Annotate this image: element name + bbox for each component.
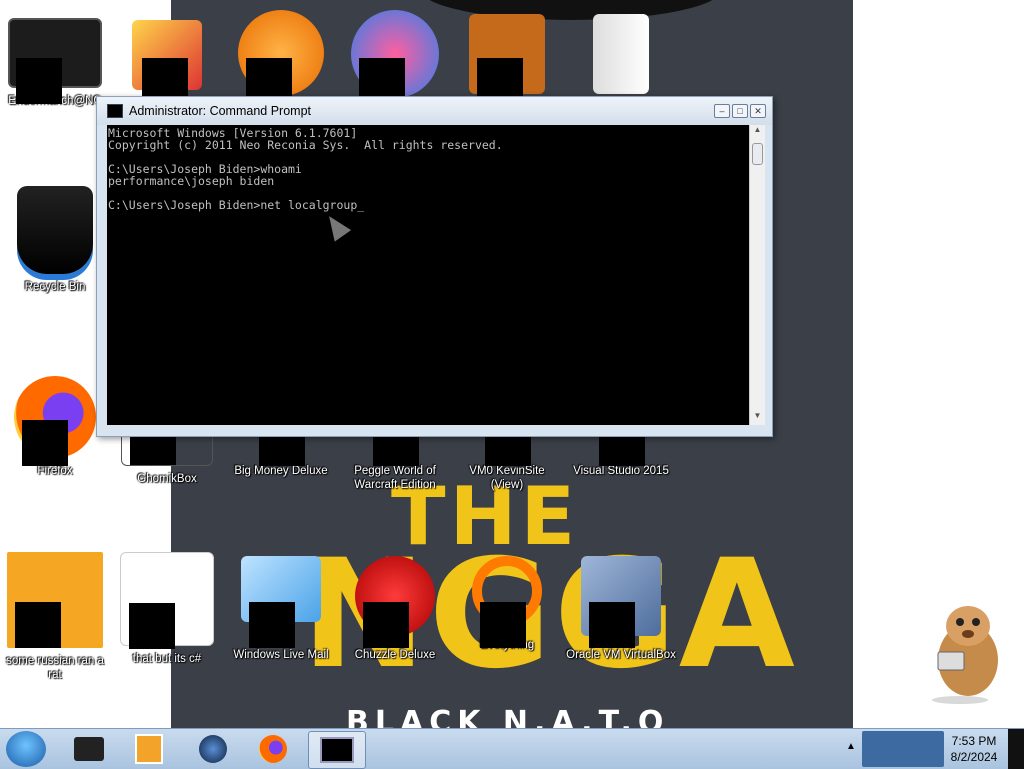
recycle-bin-icon [17,186,93,274]
console-output[interactable]: Microsoft Windows [Version 6.1.7601] Cop… [107,125,749,425]
clock-time: 7:53 PM [951,734,997,748]
scroll-up-icon[interactable]: ▲ [750,125,765,139]
hamster-gadget[interactable] [920,600,1010,705]
chuzzle-icon [355,556,435,648]
fish-icon [238,10,324,104]
virtualbox-icon [581,556,661,648]
desktop-icon-label: some russian ran a rat [6,655,104,681]
desktop-icon-label: Visual Studio 2015 [573,465,669,477]
firefox-icon [259,735,287,763]
desktop-icon-label: Windows Live Mail [233,649,329,661]
clock[interactable]: 7:53 PM 8/2/2024 [944,733,1004,765]
console-icon [107,104,123,118]
desktop-icon-fish-top[interactable] [226,10,336,104]
premiere-icon [7,552,103,648]
desktop-icon-peggle-top[interactable] [340,10,450,104]
desktop-icon-app-orange[interactable] [452,14,562,104]
desktop-icon-label: Peggle World of Warcraft Edition [354,465,436,491]
app-icon [469,14,545,104]
desktop-icon-windows-live-mail[interactable]: Windows Live Mail [226,556,336,662]
app-icon [132,20,202,104]
taskbar-item-app[interactable] [188,731,238,767]
desktop-icon-label: Chuzzle Deluxe [354,649,436,661]
desktop-icon-premiere[interactable]: some russian ran a rat [0,552,110,682]
start-button[interactable] [6,731,46,767]
desktop-icon-label: Big Money Deluxe [234,465,328,477]
window-titlebar[interactable]: Administrator: Command Prompt – □ ✕ [97,97,772,125]
console-icon [320,737,354,763]
close-button[interactable]: ✕ [750,104,766,118]
command-prompt-window[interactable]: Administrator: Command Prompt – □ ✕ Micr… [96,96,773,437]
minimize-button[interactable]: – [714,104,730,118]
peggle-icon [351,10,439,104]
search-icon [472,556,542,648]
taskbar-item-media-player[interactable] [124,731,174,767]
folder-icon [593,14,649,94]
window-title: Administrator: Command Prompt [129,104,312,118]
desktop-icon-everything[interactable]: Everything [452,556,562,652]
desktop-icon-label: Firefox [37,465,73,477]
system-tray[interactable] [862,731,944,767]
clock-date: 8/2/2024 [950,750,998,764]
desktop-icon-folder[interactable] [566,14,676,94]
firefox-icon [14,376,96,466]
taskbar-item-cmd[interactable] [64,731,114,767]
console-text: Microsoft Windows [Version 6.1.7601] Cop… [108,126,503,212]
taskbar: ▲ 7:53 PM 8/2/2024 [0,728,1024,769]
desktop-icon-label: VM0 KevinSite (View) [469,465,545,491]
desktop-icon-label: Oracle VM VirtualBox [566,649,676,661]
desktop-icon-endermanch[interactable]: Endermanch@NC [0,18,110,108]
scroll-thumb[interactable] [752,143,763,165]
desktop-icon-label: Recycle Bin [24,281,86,293]
taskbar-item-firefox[interactable] [248,731,298,767]
maximize-button[interactable]: □ [732,104,748,118]
desktop-icon-firefox[interactable]: Firefox [0,376,110,478]
desktop-icon-label: that but its c# [132,653,202,665]
desktop-icon-label: GhomikBox [137,473,197,485]
desktop-icon-app-star[interactable] [112,20,222,104]
console-icon [74,737,104,761]
wallpaper-text-3: BLACK N.A.T.O [346,705,670,728]
scroll-down-icon[interactable]: ▼ [750,411,765,425]
taskbar-item-command-prompt[interactable] [308,731,366,769]
media-player-icon [135,734,163,764]
stack-icon [120,552,214,649]
tray-expand-icon[interactable]: ▲ [846,741,856,752]
desktop-icon-chuzzle[interactable]: Chuzzle Deluxe [340,556,450,662]
globe-icon [199,735,227,763]
desktop-icon-that-but-its-csharp[interactable]: that but its c# [112,552,222,666]
vertical-scrollbar[interactable]: ▲ ▼ [749,125,765,425]
desktop-icon-virtualbox[interactable]: Oracle VM VirtualBox [566,556,676,662]
show-desktop-button[interactable] [1008,729,1024,769]
notepad-icon [8,18,102,104]
desktop-icon-recycle-bin[interactable]: Recycle Bin [0,186,110,294]
mail-icon [241,556,321,648]
